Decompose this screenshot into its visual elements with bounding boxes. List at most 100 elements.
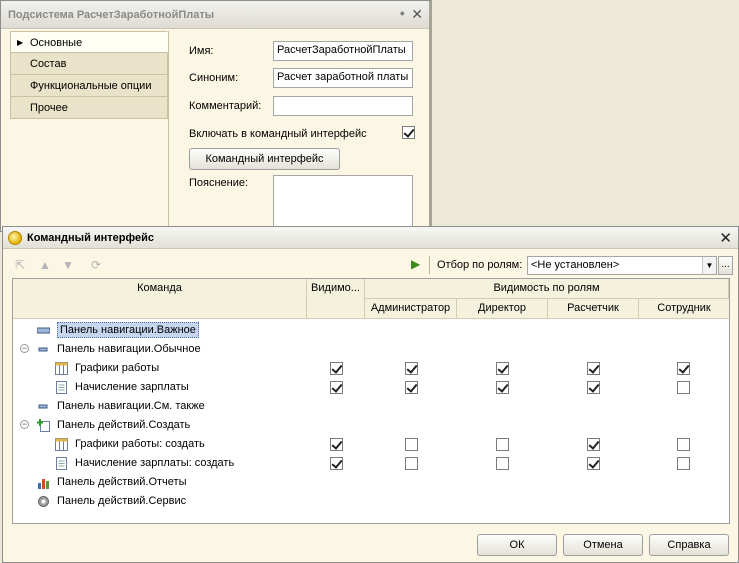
- document-icon: [55, 457, 68, 470]
- role-director-checkbox[interactable]: [496, 381, 509, 394]
- command-interface-dialog: Командный интерфейс ✕ ⇱ ▲ ▼ ⟳ ▶ Отбор по…: [2, 226, 739, 563]
- visibility-checkbox[interactable]: [330, 381, 343, 394]
- table-row[interactable]: Начисление зарплаты: [13, 378, 729, 397]
- command-label: Панель действий.Создать: [57, 419, 191, 431]
- command-label: Панель навигации.Важное: [57, 322, 199, 338]
- tree-collapse-icon[interactable]: −: [20, 344, 29, 353]
- role-accountant-checkbox[interactable]: [587, 438, 600, 451]
- pin-icon[interactable]: ●: [400, 8, 405, 18]
- role-accountant-checkbox[interactable]: [587, 457, 600, 470]
- nav-panel-small-icon: [37, 343, 50, 356]
- role-employee-checkbox[interactable]: [677, 438, 690, 451]
- role-accountant-checkbox[interactable]: [587, 362, 600, 375]
- tab-label: Прочее: [30, 102, 68, 114]
- command-label: Панель действий.Отчеты: [57, 476, 187, 488]
- visibility-checkbox[interactable]: [330, 362, 343, 375]
- command-interface-button[interactable]: Командный интерфейс: [189, 148, 340, 170]
- explanation-label: Пояснение:: [189, 177, 249, 189]
- role-accountant-checkbox[interactable]: [587, 381, 600, 394]
- close-icon[interactable]: ✕: [411, 6, 423, 23]
- role-director-checkbox[interactable]: [496, 362, 509, 375]
- subsystem-titlebar: Подсистема РасчетЗаработнойПлаты ● ✕: [1, 1, 429, 29]
- name-label: Имя:: [189, 45, 214, 57]
- include-in-interface-label: Включать в командный интерфейс: [189, 128, 367, 140]
- column-header-role-director[interactable]: Директор: [457, 299, 548, 319]
- desktop-background: [432, 0, 739, 226]
- role-employee-checkbox[interactable]: [677, 381, 690, 394]
- visibility-checkbox[interactable]: [330, 438, 343, 451]
- chevron-down-icon[interactable]: ▼: [702, 257, 716, 274]
- table-row[interactable]: Графики работы: создать: [13, 435, 729, 454]
- table-row[interactable]: Панель действий.Сервис: [13, 492, 729, 511]
- role-filter-icon[interactable]: ▶: [411, 257, 420, 271]
- table-row[interactable]: − Панель действий.Создать: [13, 416, 729, 435]
- subsystem-window-title: Подсистема РасчетЗаработнойПлаты: [8, 9, 215, 21]
- column-header-role-employee[interactable]: Сотрудник: [639, 299, 729, 319]
- explanation-field[interactable]: [273, 175, 413, 231]
- app-logo-icon: [8, 231, 22, 245]
- column-header-role-accountant[interactable]: Расчетчик: [548, 299, 639, 319]
- role-employee-checkbox[interactable]: [677, 362, 690, 375]
- tab-arrow-icon: ▶: [17, 38, 24, 47]
- tree-collapse-icon[interactable]: −: [20, 420, 29, 429]
- tab-label: Функциональные опции: [30, 80, 152, 92]
- column-header-label: Администратор: [370, 302, 451, 314]
- move-up-icon[interactable]: ▲: [39, 258, 51, 272]
- column-header-label: Видимо...: [311, 282, 360, 294]
- refresh-icon[interactable]: ⟳: [91, 258, 101, 272]
- role-filter-value: <Не установлен>: [531, 259, 620, 271]
- role-administrator-checkbox[interactable]: [405, 457, 418, 470]
- move-down-icon[interactable]: ▼: [62, 258, 74, 272]
- subsystem-properties-window: Подсистема РасчетЗаработнойПлаты ● ✕ ▶ О…: [0, 0, 432, 232]
- column-header-role-administrator[interactable]: Администратор: [365, 299, 457, 319]
- subsystem-tabs: ▶ Основные Состав Функциональные опции П…: [10, 31, 168, 119]
- include-in-interface-checkbox[interactable]: [402, 126, 415, 139]
- tab-label: Состав: [30, 58, 67, 70]
- toolbar-separator: [429, 256, 430, 274]
- close-icon[interactable]: ✕: [719, 229, 732, 247]
- role-administrator-checkbox[interactable]: [405, 362, 418, 375]
- command-label: Графики работы: создать: [75, 438, 205, 450]
- table-row[interactable]: Панель навигации.Важное: [13, 321, 729, 340]
- comment-field[interactable]: [273, 96, 413, 116]
- role-employee-checkbox[interactable]: [677, 457, 690, 470]
- cancel-button[interactable]: Отмена: [563, 534, 643, 556]
- role-filter-more-button[interactable]: ...: [718, 256, 733, 275]
- role-administrator-checkbox[interactable]: [405, 438, 418, 451]
- table-row[interactable]: Графики работы: [13, 359, 729, 378]
- tab-other[interactable]: Прочее: [10, 97, 168, 119]
- command-label: Панель навигации.См. также: [57, 400, 205, 412]
- create-icon: [37, 419, 50, 432]
- table-row[interactable]: Панель действий.Отчеты: [13, 473, 729, 492]
- tab-functional-options[interactable]: Функциональные опции: [10, 75, 168, 97]
- visibility-checkbox[interactable]: [330, 457, 343, 470]
- nav-panel-icon: [36, 324, 51, 337]
- move-to-group-icon[interactable]: ⇱: [15, 258, 25, 272]
- table-row[interactable]: Панель навигации.См. также: [13, 397, 729, 416]
- nav-panel-small-icon: [37, 400, 50, 413]
- role-filter-select[interactable]: <Не установлен> ▼: [527, 256, 717, 275]
- chart-icon: [37, 476, 50, 489]
- table-icon: [55, 362, 68, 375]
- role-director-checkbox[interactable]: [496, 438, 509, 451]
- column-header-label: Директор: [478, 302, 526, 314]
- tab-separator: [168, 31, 169, 229]
- help-button[interactable]: Справка: [649, 534, 729, 556]
- command-label: Начисление зарплаты: [75, 381, 189, 393]
- table-row[interactable]: − Панель навигации.Обычное: [13, 340, 729, 359]
- name-field[interactable]: РасчетЗаработнойПлаты: [273, 41, 413, 61]
- command-label: Панель навигации.Обычное: [57, 343, 201, 355]
- dialog-titlebar: Командный интерфейс ✕: [3, 227, 738, 249]
- table-row[interactable]: Начисление зарплаты: создать: [13, 454, 729, 473]
- tab-main[interactable]: ▶ Основные: [10, 31, 168, 53]
- tab-content[interactable]: Состав: [10, 53, 168, 75]
- column-header-visibility[interactable]: Видимо...: [307, 279, 365, 319]
- ok-button[interactable]: ОК: [477, 534, 557, 556]
- role-administrator-checkbox[interactable]: [405, 381, 418, 394]
- dialog-title: Командный интерфейс: [27, 232, 154, 244]
- column-header-command[interactable]: Команда: [13, 279, 307, 319]
- role-director-checkbox[interactable]: [496, 457, 509, 470]
- command-table: Команда Видимо... Видимость по ролям Адм…: [12, 278, 730, 524]
- command-label: Начисление зарплаты: создать: [75, 457, 235, 469]
- synonym-field[interactable]: Расчет заработной платы: [273, 68, 413, 88]
